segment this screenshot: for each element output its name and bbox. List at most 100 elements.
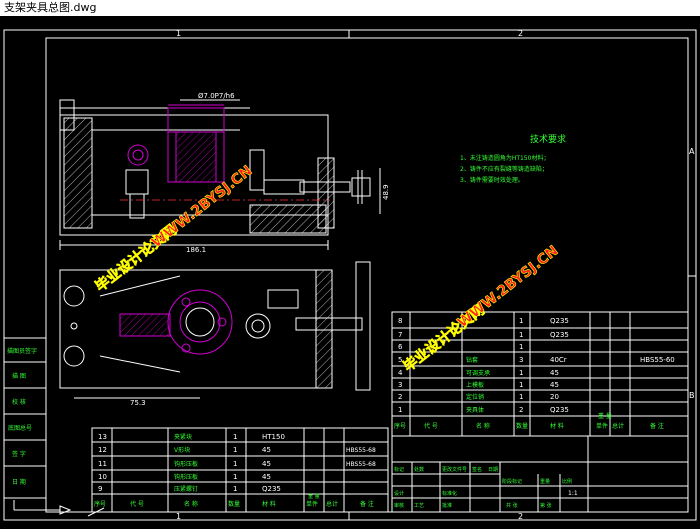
bom-right-mat: 20 <box>550 393 559 401</box>
bom-right-qty: 1 <box>519 369 523 377</box>
tb-label-biaoji: 标记 <box>394 466 404 473</box>
bom-right-qty: 1 <box>519 381 523 389</box>
window-title: 支架夹具总图.dwg <box>4 1 97 14</box>
bom-right-no: 2 <box>398 393 402 401</box>
tb-label-shenhe: 审核 <box>394 502 404 509</box>
bom-left-mat: HT150 <box>262 433 285 441</box>
tb-label-gongzhang: 共 张 <box>506 502 518 509</box>
bom-right-no: 1 <box>398 406 402 414</box>
bom-right-header: 备 注 <box>650 422 664 430</box>
bom-left-qty: 1 <box>233 485 237 493</box>
bom-left-mat: 45 <box>262 473 271 481</box>
cad-drawing-canvas[interactable]: 1 2 A B 1 2 186.1 48.9 Ø7.0P7/h6 75.3 技术… <box>0 16 700 525</box>
tb-scale: 1:1 <box>568 490 578 497</box>
bom-left-header: 序号 <box>94 500 106 508</box>
bom-right-weight: 重 量 <box>598 412 612 420</box>
drawing-svg: 1 2 A B 1 2 186.1 48.9 Ø7.0P7/h6 75.3 技术… <box>3 29 697 521</box>
bom-left-qty: 1 <box>233 473 237 481</box>
tb-label-riqi: 日期 <box>488 467 498 473</box>
bom-right-name: 夹具体 <box>466 406 484 414</box>
dim-height: 48.9 <box>382 184 390 200</box>
tb-label-sheji: 设计 <box>394 490 404 497</box>
dim-length-bottom: 75.3 <box>130 399 146 407</box>
tech-requirements: 技术要求 1、未注铸造圆角为HT150材料； 2、铸件不应有裂缝等铸造缺陷； 3… <box>460 133 566 184</box>
bom-left-name: 钩形压板 <box>174 460 198 468</box>
bom-right-mat: Q235 <box>550 331 569 339</box>
bom-right-no: 8 <box>398 317 402 325</box>
bom-right-qty: 1 <box>519 331 523 339</box>
bom-right-header: 序号 <box>394 422 406 430</box>
bom-right-mat: 45 <box>550 381 559 389</box>
bom-left-header: 材 料 <box>262 500 276 508</box>
bom-left-mat: Q235 <box>262 485 281 493</box>
bom-left-note: HBS55-68 <box>346 447 376 454</box>
bom-left-name: 钩形压板 <box>174 473 198 481</box>
bom-left-mat: 45 <box>262 460 271 468</box>
bom-left-no: 9 <box>98 485 102 493</box>
bom-left-note: HBS55-68 <box>346 461 376 468</box>
bom-right-mat: Q235 <box>550 406 569 414</box>
left-cell-3: 校 核 <box>12 398 26 406</box>
dim-length-top: 186.1 <box>186 246 206 254</box>
bom-right-qty: 3 <box>519 356 523 364</box>
tb-label-genggai: 更改文件号 <box>442 466 467 473</box>
dim-fit: Ø7.0P7/h6 <box>198 92 235 100</box>
bom-right-name: 钻套 <box>466 356 478 364</box>
tb-label-qianming: 签名 <box>472 466 482 473</box>
bom-right-note: HBS55-60 <box>640 356 675 364</box>
bom-left-header: 名 称 <box>184 500 198 508</box>
bom-left-header: 代 号 <box>130 500 144 508</box>
zone-right-a: A <box>689 147 695 156</box>
tb-label-chushu: 处数 <box>414 466 424 473</box>
bom-right-qty: 1 <box>519 393 523 401</box>
bom-left-header: 总计 <box>326 500 338 508</box>
zone-right-b: B <box>689 391 695 400</box>
bom-right-name: 定位销 <box>466 393 484 401</box>
tb-label-biaozhunhua: 标准化 <box>442 490 457 497</box>
bom-right-header: 材 料 <box>550 422 564 430</box>
bom-left-name: 夹紧块 <box>174 433 192 441</box>
bom-left-no: 13 <box>98 433 107 441</box>
bom-right-no: 6 <box>398 343 403 351</box>
bom-right-header: 总计 <box>612 422 624 430</box>
tb-label-bili: 比例 <box>562 478 572 485</box>
watermark-url-2: WWW.2BYSJ.CN <box>455 243 562 331</box>
bom-right-mat: 40Cr <box>550 356 567 364</box>
bom-left-qty: 1 <box>233 446 237 454</box>
bom-left-header: 单件 <box>306 500 318 508</box>
bom-right-header: 名 称 <box>476 422 490 430</box>
zone-top-2: 2 <box>518 29 523 38</box>
bom-right-header: 单件 <box>596 422 608 430</box>
tb-label-jieduan: 阶段标记 <box>502 478 522 485</box>
window-title-bar: 支架夹具总图.dwg <box>0 0 700 16</box>
tb-label-gongyi: 工艺 <box>414 503 424 509</box>
title-block: 标记 处数 更改文件号 签名 日期 设计 标准化 审核 工艺 批准 阶段标记 重… <box>391 435 689 513</box>
bom-left-qty: 1 <box>233 460 237 468</box>
bom-left-name: V形块 <box>174 446 190 454</box>
left-cell-4: 底图总号 <box>8 424 32 432</box>
left-cell-2: 描 图 <box>12 372 26 380</box>
bom-right-no: 3 <box>398 381 402 389</box>
left-cell-6: 日 期 <box>12 478 26 486</box>
bom-left-name: 压紧螺钉 <box>174 485 198 493</box>
tech-item-3: 3、铸件需要时效处理。 <box>460 176 524 184</box>
bom-left-table <box>91 427 389 513</box>
tech-item-1: 1、未注铸造圆角为HT150材料； <box>460 154 549 162</box>
bom-right-name: 可调支承 <box>466 369 490 377</box>
left-side-table: 描图员签字 描 图 校 核 底图总号 签 字 日 期 <box>3 337 47 499</box>
bom-right-header: 数量 <box>516 422 528 430</box>
bom-left-mat: 45 <box>262 446 271 454</box>
tb-label-pizhun: 批准 <box>442 502 452 509</box>
bom-left-header: 数量 <box>228 500 240 508</box>
ucs-icon <box>13 500 105 517</box>
bom-left-no: 11 <box>98 460 107 468</box>
bom-left-header: 备 注 <box>360 500 374 508</box>
bom-left-no: 10 <box>98 473 107 481</box>
bom-right-table <box>391 311 689 437</box>
bom-right-qty: 1 <box>519 317 523 325</box>
left-cell-5: 签 字 <box>12 450 26 458</box>
bom-right-header: 代 号 <box>424 422 438 430</box>
front-view: 186.1 48.9 Ø7.0P7/h6 <box>59 92 390 254</box>
tb-label-dizhang: 第 张 <box>540 502 552 509</box>
bom-right-mat: Q235 <box>550 317 569 325</box>
